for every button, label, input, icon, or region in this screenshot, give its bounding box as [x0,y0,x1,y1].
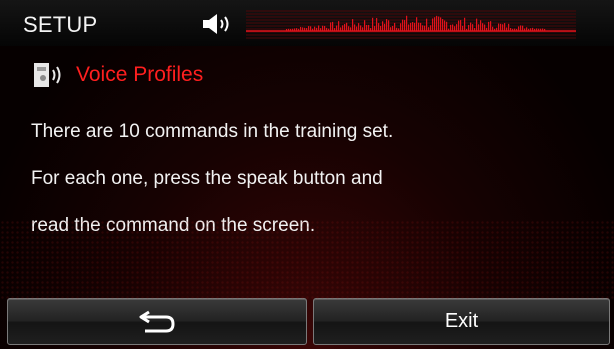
page-title: SETUP [23,12,98,37]
voice-profile-icon [34,63,61,87]
back-button[interactable] [7,298,307,345]
instruction-text: There are 10 commands in the training se… [31,122,591,263]
voice-profiles-title: Voice Profiles [76,63,204,86]
return-arrow-icon [139,310,175,332]
audio-waveform-icon [246,10,576,39]
instruction-line: read the command on the screen. [31,215,316,236]
speaker-icon [203,14,229,34]
instruction-line: For each one, press the speak button and [31,168,383,189]
instruction-line: There are 10 commands in the training se… [31,121,394,142]
header-bar: SETUP [0,0,614,46]
exit-button-label: Exit [444,310,479,332]
setup-screen: SETUP Voice Profiles There are 10 comman… [0,0,614,349]
exit-button[interactable]: Exit [313,298,610,345]
